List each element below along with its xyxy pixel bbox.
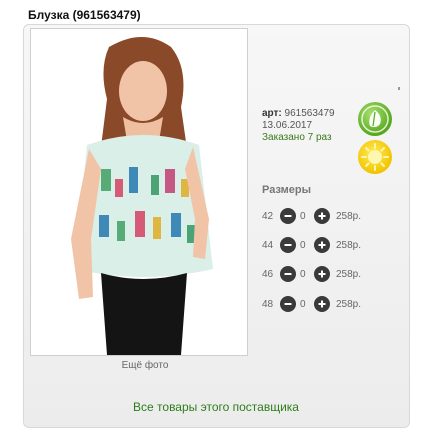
product-date: 13.06.2017 — [262, 120, 313, 131]
divider-mark — [398, 87, 400, 90]
size-value: 44 — [262, 239, 274, 251]
product-photo[interactable] — [30, 28, 248, 356]
decrease-button[interactable] — [280, 266, 296, 282]
minus-icon — [284, 244, 292, 246]
plus-icon — [318, 212, 326, 220]
size-row: 46 0 258р. — [262, 264, 361, 284]
supplier-products-link[interactable]: Все товары этого поставщика — [0, 400, 432, 414]
product-photo-image — [31, 29, 247, 355]
leaf-icon — [358, 102, 392, 136]
increase-button[interactable] — [314, 296, 330, 312]
decrease-button[interactable] — [280, 237, 296, 253]
size-value: 42 — [262, 210, 274, 222]
size-value: 48 — [262, 298, 274, 310]
decrease-button[interactable] — [280, 296, 296, 312]
product-info: арт: 961563479 13.06.2017 Заказано 7 раз — [262, 108, 335, 144]
price-value: 258р. — [336, 239, 362, 251]
plus-icon — [318, 241, 326, 249]
more-photos-link[interactable]: Ещё фото — [0, 360, 290, 371]
increase-button[interactable] — [314, 237, 330, 253]
plus-icon — [318, 300, 326, 308]
plus-icon — [318, 270, 326, 278]
price-value: 258р. — [336, 298, 362, 310]
quantity-value: 0 — [300, 210, 306, 222]
price-value: 258р. — [336, 210, 362, 222]
quantity-value: 0 — [300, 268, 306, 280]
decrease-button[interactable] — [280, 208, 296, 224]
increase-button[interactable] — [314, 266, 330, 282]
article-value: 961563479 — [284, 108, 335, 119]
product-title: Блузка (961563479) — [28, 8, 141, 22]
size-row: 44 0 258р. — [262, 235, 361, 255]
quantity-value: 0 — [300, 298, 306, 310]
price-value: 258р. — [336, 268, 362, 280]
minus-icon — [284, 215, 292, 217]
size-value: 46 — [262, 268, 274, 280]
minus-icon — [284, 273, 292, 275]
increase-button[interactable] — [314, 208, 330, 224]
quantity-value: 0 — [300, 239, 306, 251]
article-label: арт: — [262, 108, 282, 119]
sun-icon — [358, 140, 392, 174]
minus-icon — [284, 303, 292, 305]
sizes-header: Размеры — [262, 184, 312, 196]
size-row: 42 0 258р. — [262, 206, 361, 226]
ordered-count: Заказано 7 раз — [262, 132, 332, 143]
size-row: 48 0 258р. — [262, 294, 361, 314]
